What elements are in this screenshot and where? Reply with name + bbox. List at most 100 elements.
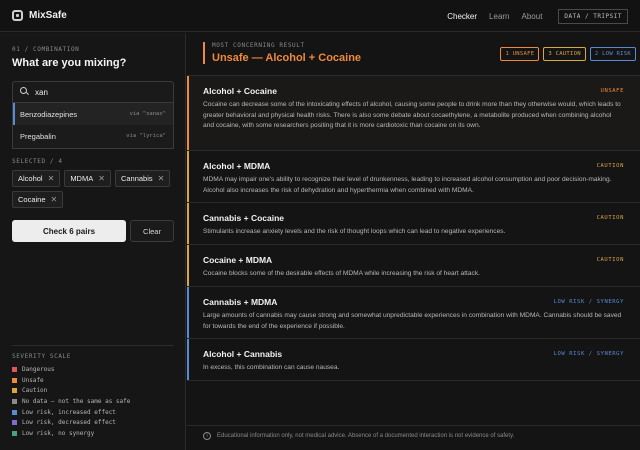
data-source-button[interactable]: DATA / TRIPSIT	[558, 8, 628, 24]
legend-label: Low risk, no synergy	[22, 429, 95, 437]
legend-swatch	[12, 398, 17, 404]
pair-name: Alcohol + Cannabis	[203, 349, 283, 359]
legend-item: Caution	[12, 385, 130, 396]
legend-swatch	[12, 420, 17, 426]
pair-description: Large amounts of cannabis may cause stro…	[203, 312, 622, 330]
info-icon: i	[203, 432, 211, 440]
legend-item: Low risk, increased effect	[12, 407, 130, 418]
nav-learn[interactable]: Learn	[489, 12, 509, 21]
close-icon[interactable]: ✕	[158, 174, 165, 183]
legend-label: No data — not the same as safe	[22, 397, 131, 405]
results-panel: MOST CONCERNING RESULT Unsafe — Alcohol …	[187, 33, 640, 450]
chip-cocaine: Cocaine ✕	[12, 191, 64, 208]
pair-description: In excess, this combination can cause na…	[203, 364, 340, 371]
check-pairs-button[interactable]: Check 6 pairs	[12, 220, 126, 242]
selected-count-label: SELECTED / 4	[12, 158, 63, 165]
result-title: Unsafe — Alcohol + Cocaine	[212, 52, 362, 64]
suggestion-item[interactable]: Benzodiazepines via "xanax"	[13, 103, 173, 125]
chip-label: MDMA	[70, 174, 94, 183]
chip-mdma: MDMA ✕	[64, 170, 111, 187]
search-box[interactable]	[12, 81, 174, 103]
logo-icon	[12, 10, 23, 21]
severity-indicator	[187, 339, 189, 380]
substance-search-input[interactable]	[35, 87, 165, 97]
step-label: 01 / COMBINATION	[12, 46, 80, 53]
chip-label: Alcohol	[18, 174, 43, 183]
pair-description: Cocaine can decrease some of the intoxic…	[203, 101, 621, 129]
severity-indicator	[187, 76, 189, 150]
close-icon[interactable]: ✕	[98, 174, 105, 183]
disclaimer-text: Educational information only, not medica…	[217, 433, 515, 439]
pair-description: Cocaine blocks some of the desirable eff…	[203, 270, 480, 277]
severity-count-badge: 2 LOW RISK	[589, 47, 636, 61]
pair-card[interactable]: Alcohol + MDMA CAUTION MDMA may impair one…	[187, 151, 640, 203]
pair-card[interactable]: Alcohol + Cannabis LOW RISK / SYNERGY In e…	[187, 339, 640, 381]
pair-card[interactable]: Cocaine + MDMA CAUTION Cocaine blocks some…	[187, 245, 640, 287]
result-summary-badges: 1 UNSAFE 3 CAUTION 2 LOW RISK	[500, 47, 636, 61]
chip-label: Cocaine	[18, 195, 46, 204]
pair-card[interactable]: Cannabis + Cocaine CAUTION Stimulants incr…	[187, 203, 640, 245]
main-nav: Checker Learn About DATA / TRIPSIT	[447, 0, 640, 32]
selected-chips: Alcohol ✕ MDMA ✕ Cannabis ✕ Cocaine ✕	[12, 170, 182, 208]
legend-swatch	[12, 377, 17, 383]
nav-checker[interactable]: Checker	[447, 12, 477, 21]
divider	[187, 425, 640, 426]
disclaimer: i Educational information only, not medi…	[203, 432, 514, 440]
severity-count-badge: 1 UNSAFE	[500, 47, 540, 61]
pair-severity: CAUTION	[596, 163, 624, 169]
legend-swatch	[12, 430, 17, 436]
clear-button[interactable]: Clear	[130, 220, 174, 242]
chip-alcohol: Alcohol ✕	[12, 170, 61, 187]
suggestion-alias: via "xanax"	[129, 111, 166, 117]
nav-about[interactable]: About	[522, 12, 543, 21]
severity-count-badge: 3 CAUTION	[543, 47, 586, 61]
close-icon[interactable]: ✕	[51, 195, 58, 204]
pair-severity: LOW RISK / SYNERGY	[553, 351, 624, 357]
close-icon[interactable]: ✕	[48, 174, 55, 183]
suggestion-name: Pregabalin	[20, 131, 56, 141]
result-kicker: MOST CONCERNING RESULT	[212, 42, 305, 49]
severity-indicator	[187, 203, 189, 244]
legend-swatch	[12, 388, 17, 394]
suggestion-item[interactable]: Pregabalin via "lyrica"	[13, 125, 173, 147]
pair-name: Alcohol + Cocaine	[203, 86, 277, 96]
top-bar: MixSafe Checker Learn About DATA / TRIPS…	[0, 0, 640, 32]
pair-severity: CAUTION	[596, 257, 624, 263]
severity-indicator	[187, 151, 189, 202]
pair-name: Cannabis + Cocaine	[203, 213, 285, 223]
legend-label: Caution	[22, 387, 48, 395]
pair-card[interactable]: Cannabis + MDMA LOW RISK / SYNERGY Large a…	[187, 287, 640, 339]
pair-card[interactable]: Alcohol + Cocaine UNSAFE Cocaine can decre…	[187, 76, 640, 151]
legend-item: Low risk, decreased effect	[12, 417, 130, 428]
legend-label: Unsafe	[22, 376, 44, 384]
legend-title: SEVERITY SCALE	[12, 353, 71, 360]
pair-description: MDMA may impair one's ability to recogni…	[203, 176, 612, 194]
pair-name: Cannabis + MDMA	[203, 297, 278, 307]
divider	[12, 345, 174, 346]
pair-name: Cocaine + MDMA	[203, 255, 273, 265]
legend-label: Low risk, increased effect	[22, 408, 116, 416]
suggestion-alias: via "lyrica"	[126, 133, 166, 139]
severity-indicator	[187, 245, 189, 286]
search-suggestions: Benzodiazepines via "xanax" Pregabalin v…	[12, 103, 174, 149]
severity-indicator	[187, 287, 189, 338]
legend-swatch	[12, 366, 17, 372]
pair-name: Alcohol + MDMA	[203, 161, 271, 171]
pair-severity: CAUTION	[596, 215, 624, 221]
logo[interactable]: MixSafe	[12, 10, 67, 21]
legend-swatch	[12, 409, 17, 415]
result-accent-bar	[203, 42, 205, 64]
search-icon	[19, 86, 31, 98]
legend-item: No data — not the same as safe	[12, 396, 130, 407]
legend-label: Low risk, decreased effect	[22, 419, 116, 427]
app-name: MixSafe	[29, 10, 67, 21]
legend-item: Dangerous	[12, 364, 130, 375]
pair-description: Stimulants increase anxiety levels and t…	[203, 228, 506, 235]
combination-panel: 01 / COMBINATION What are you mixing? Be…	[0, 33, 186, 450]
chip-label: Cannabis	[120, 174, 153, 183]
suggestion-name: Benzodiazepines	[20, 109, 78, 119]
legend-item: Low risk, no synergy	[12, 428, 130, 439]
pair-severity: LOW RISK / SYNERGY	[553, 299, 624, 305]
severity-legend: Dangerous Unsafe Caution No data — not the …	[12, 364, 130, 439]
panel-title: What are you mixing?	[12, 57, 127, 69]
